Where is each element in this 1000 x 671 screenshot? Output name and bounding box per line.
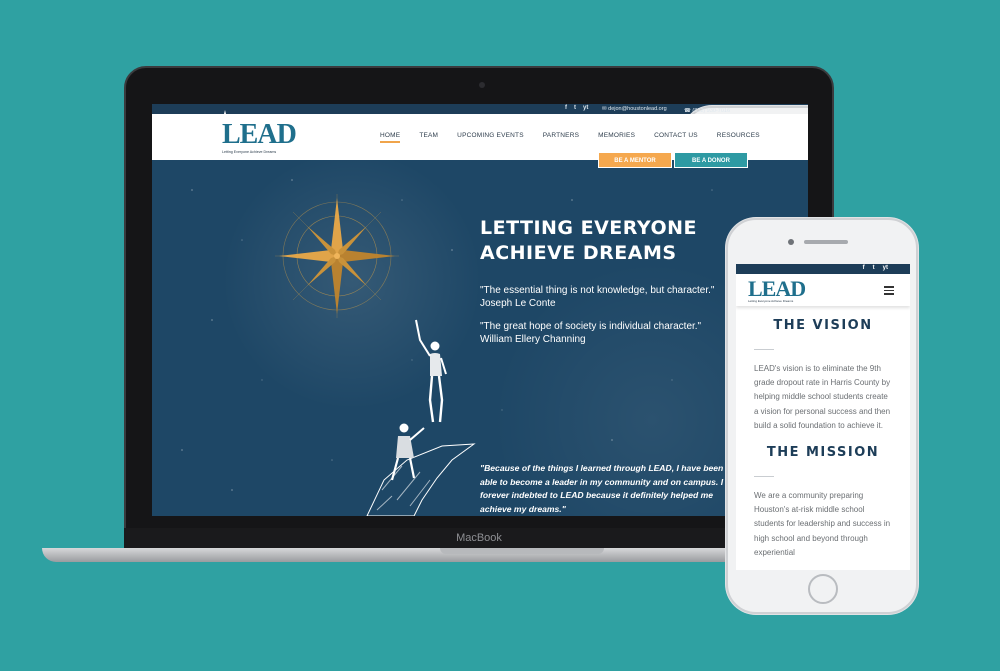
nav-partners[interactable]: PARTNERS (543, 132, 579, 139)
facebook-icon[interactable]: f (565, 105, 567, 111)
mobile-header: LEAD Letting Everyone Achieve Dreams (736, 274, 910, 306)
nav-upcoming-events[interactable]: UPCOMING EVENTS (457, 132, 524, 139)
hamburger-menu-icon[interactable] (884, 286, 894, 297)
logo-tagline: Letting Everyone Achieve Dreams (222, 150, 277, 154)
quote-2: "The great hope of society is individual… (480, 320, 740, 346)
logo-mark: LEAD (222, 119, 297, 150)
youtube-icon[interactable]: yt (883, 265, 888, 271)
main-nav: HOME TEAM UPCOMING EVENTS PARTNERS MEMOR… (380, 132, 779, 143)
testimonial-quote: "Because of the things I learned through… (480, 463, 738, 514)
quote-1: "The essential thing is not knowledge, b… (480, 284, 740, 310)
phone-speaker (804, 240, 848, 244)
nav-resources[interactable]: RESOURCES (717, 132, 760, 139)
nav-contact-us[interactable]: CONTACT US (654, 132, 698, 139)
facebook-icon[interactable]: f (863, 265, 865, 271)
phone-frame: f t yt LEAD Letting Everyone Achieve Dre… (726, 218, 918, 614)
nav-memories[interactable]: MEMORIES (598, 132, 635, 139)
desktop-website: f t yt ✉ dejon@houstonlead.org ☎ (832) 9… (152, 104, 808, 516)
nav-team[interactable]: TEAM (419, 132, 438, 139)
phone-text[interactable]: (832) 930-7016 (692, 108, 730, 114)
hero-title-line1: LETTING EVERYONE (480, 217, 697, 239)
youtube-icon[interactable]: yt (583, 105, 588, 111)
cta-buttons: BE A MENTOR BE A DONOR (598, 152, 748, 168)
mobile-social-links: f t yt (863, 265, 888, 271)
vision-divider (754, 349, 774, 350)
twitter-icon[interactable]: t (873, 265, 875, 271)
hero-section: LETTING EVERYONE ACHIEVE DREAMS "The ess… (152, 160, 808, 516)
mobile-top-bar: f t yt (736, 264, 910, 274)
laptop-notch (440, 548, 604, 554)
hero-title-line2: ACHIEVE DREAMS (480, 242, 677, 264)
quote-2-author: William Ellery Channing (480, 334, 586, 345)
quote-2-text: "The great hope of society is individual… (480, 321, 702, 332)
email-link[interactable]: ✉ dejon@houstonlead.org (602, 106, 667, 112)
mission-text: We are a community preparing Houston's a… (754, 491, 891, 557)
site-logo[interactable]: LEAD Letting Everyone Achieve Dreams (220, 110, 302, 156)
nav-home[interactable]: HOME (380, 132, 401, 143)
hero-title: LETTING EVERYONE ACHIEVE DREAMS (480, 216, 720, 266)
mission-title: THE MISSION (766, 445, 880, 461)
top-info-bar: f t yt ✉ dejon@houstonlead.org ☎ (832) 9… (152, 104, 808, 502)
be-a-mentor-button[interactable]: BE A MENTOR (598, 152, 672, 168)
mobile-website: f t yt LEAD Letting Everyone Achieve Dre… (736, 264, 910, 570)
quote-1-text: "The essential thing is not knowledge, b… (480, 285, 715, 296)
vision-text: LEAD's vision is to eliminate the 9th gr… (754, 364, 891, 430)
laptop-camera (479, 82, 485, 88)
climbers-illustration (366, 319, 476, 516)
compass-rose-icon (275, 194, 399, 318)
mobile-logo-tagline: Letting Everyone Achieve Dreams (748, 299, 794, 303)
email-text[interactable]: dejon@houstonlead.org (608, 106, 667, 112)
quote-1-author: Joseph Le Conte (480, 298, 556, 309)
be-a-donor-button[interactable]: BE A DONOR (674, 152, 748, 168)
phone-home-button[interactable] (808, 574, 838, 604)
social-links: f t yt (565, 105, 588, 111)
vision-title: THE VISION (773, 318, 873, 333)
phone-camera (788, 239, 794, 245)
twitter-icon[interactable]: t (574, 105, 576, 111)
mission-divider (754, 476, 774, 478)
